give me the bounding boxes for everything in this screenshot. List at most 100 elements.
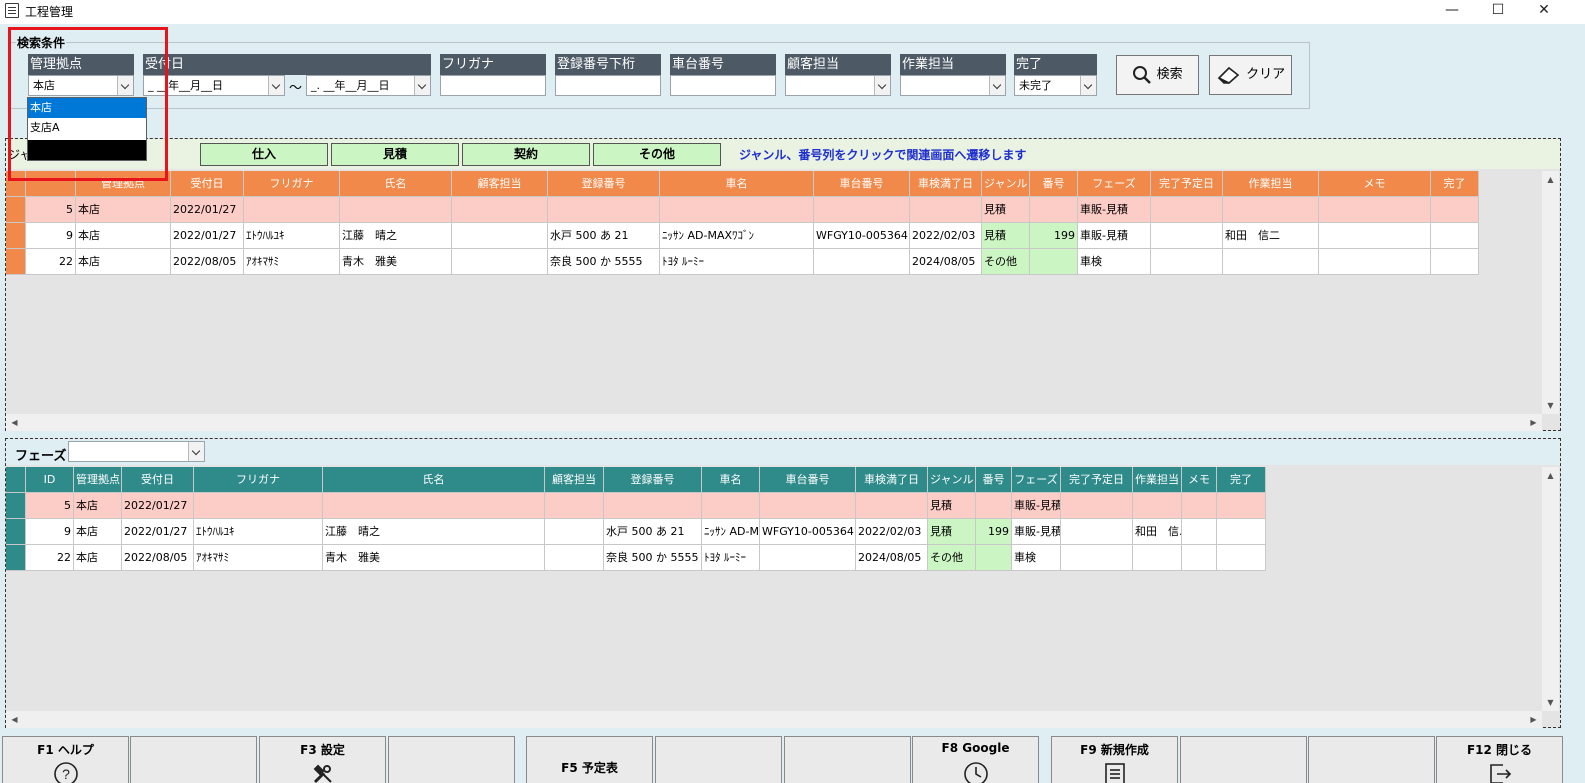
date-to-field[interactable]: _. __年__月__日 bbox=[306, 75, 431, 96]
function-key-1[interactable]: F1 ヘルプ? bbox=[2, 736, 129, 783]
function-key-4[interactable] bbox=[388, 736, 515, 783]
function-key-9[interactable]: F9 新規作成 bbox=[1051, 736, 1178, 783]
bottom-table-header-reg-number[interactable]: 登録番号 bbox=[604, 467, 702, 493]
top-table-header-due-date[interactable]: 完了予定日 bbox=[1151, 171, 1223, 197]
genre-other-button[interactable]: その他 bbox=[593, 143, 721, 166]
bottom-table-header-branch[interactable]: 管理拠点 bbox=[74, 467, 122, 493]
top-table-header-chassis[interactable]: 車台番号 bbox=[814, 171, 910, 197]
top-results-grid[interactable]: 管理拠点 受付日 フリガナ 氏名 顧客担当 登録番号 車名 車台番号 車検満了日 ジャンル 番号 フェ… bbox=[6, 171, 1542, 414]
function-key-10[interactable] bbox=[1180, 736, 1307, 783]
function-key-2[interactable] bbox=[130, 736, 257, 783]
top-table-cell-genre[interactable]: 見積 bbox=[982, 223, 1030, 249]
top-table-cell-number[interactable]: 199 bbox=[1030, 223, 1078, 249]
top-table-header-car-name[interactable]: 車名 bbox=[660, 171, 814, 197]
chevron-down-icon[interactable] bbox=[188, 442, 204, 461]
function-key-6[interactable] bbox=[655, 736, 782, 783]
search-button[interactable]: 検索 bbox=[1116, 55, 1199, 95]
scroll-down-icon[interactable]: ▼ bbox=[1542, 694, 1559, 711]
scroll-up-icon[interactable]: ▲ bbox=[1542, 467, 1559, 484]
clear-button[interactable]: クリア bbox=[1209, 55, 1292, 95]
bottom-table-header-marker[interactable] bbox=[6, 467, 26, 493]
top-table-cell-done bbox=[1431, 223, 1479, 249]
customer-rep-select[interactable] bbox=[785, 75, 891, 96]
top-table-cell-genre[interactable]: 見積 bbox=[982, 197, 1030, 223]
work-rep-select[interactable] bbox=[900, 75, 1006, 96]
bottom-table-header-furigana[interactable]: フリガナ bbox=[194, 467, 323, 493]
top-table-header-phase[interactable]: フェーズ bbox=[1078, 171, 1151, 197]
top-table-header-customer-rep[interactable]: 顧客担当 bbox=[452, 171, 548, 197]
top-table-header-number[interactable]: 番号 bbox=[1030, 171, 1078, 197]
scroll-right-icon[interactable]: ▶ bbox=[1525, 414, 1542, 431]
bottom-horizontal-scrollbar[interactable]: ◀ ▶ bbox=[6, 711, 1542, 728]
bottom-table-cell-number[interactable] bbox=[976, 493, 1012, 519]
function-key-11[interactable] bbox=[1308, 736, 1435, 783]
top-horizontal-scrollbar[interactable]: ◀ ▶ bbox=[6, 414, 1542, 431]
scroll-left-icon[interactable]: ◀ bbox=[6, 711, 23, 728]
function-key-5[interactable]: F5 予定表 bbox=[526, 736, 653, 783]
top-table-cell-genre[interactable]: その他 bbox=[982, 249, 1030, 275]
bottom-table-cell-genre[interactable]: 見積 bbox=[928, 493, 976, 519]
bottom-table-header-date[interactable]: 受付日 bbox=[122, 467, 194, 493]
bottom-results-grid[interactable]: ID 管理拠点 受付日 フリガナ 氏名 顧客担当 登録番号 車名 車台番号 車検満了日 ジャンル 番号… bbox=[6, 467, 1542, 711]
chevron-down-icon[interactable] bbox=[989, 76, 1005, 95]
bottom-table-header-id[interactable]: ID bbox=[26, 467, 74, 493]
function-key-8[interactable]: F8 Google bbox=[912, 736, 1039, 783]
maximize-button[interactable]: ☐ bbox=[1475, 0, 1521, 22]
bottom-table-cell-number[interactable]: 199 bbox=[976, 519, 1012, 545]
bottom-vertical-scrollbar[interactable]: ▲ ▼ bbox=[1542, 467, 1559, 711]
top-table-header-date[interactable]: 受付日 bbox=[171, 171, 244, 197]
function-key-12[interactable]: F12 閉じる bbox=[1436, 736, 1563, 783]
chevron-down-icon[interactable] bbox=[268, 76, 284, 95]
top-table-cell-customer-rep bbox=[452, 197, 548, 223]
chevron-down-icon[interactable] bbox=[1080, 76, 1096, 95]
bottom-table-cell-number[interactable] bbox=[976, 545, 1012, 571]
bottom-table-header-name[interactable]: 氏名 bbox=[323, 467, 545, 493]
chevron-down-icon[interactable] bbox=[874, 76, 890, 95]
bottom-table-header-phase[interactable]: フェーズ bbox=[1012, 467, 1061, 493]
minimize-button[interactable]: — bbox=[1429, 0, 1475, 22]
top-table-cell-number[interactable] bbox=[1030, 197, 1078, 223]
top-table-cell-number[interactable] bbox=[1030, 249, 1078, 275]
top-table-header-reg-number[interactable]: 登録番号 bbox=[548, 171, 660, 197]
bottom-table-cell-customer-rep bbox=[545, 545, 604, 571]
scroll-down-icon[interactable]: ▼ bbox=[1542, 397, 1559, 414]
bottom-table-header-customer-rep[interactable]: 顧客担当 bbox=[545, 467, 604, 493]
genre-purchase-button[interactable]: 仕入 bbox=[200, 143, 328, 166]
bottom-table-header-memo[interactable]: メモ bbox=[1182, 467, 1217, 493]
top-table-header-memo[interactable]: メモ bbox=[1319, 171, 1431, 197]
bottom-table-cell-genre[interactable]: 見積 bbox=[928, 519, 976, 545]
furigana-input[interactable] bbox=[440, 75, 546, 96]
svg-text:?: ? bbox=[62, 766, 70, 782]
chassis-number-input[interactable] bbox=[670, 75, 776, 96]
top-table-header-name[interactable]: 氏名 bbox=[340, 171, 452, 197]
bottom-table-header-due-date[interactable]: 完了予定日 bbox=[1061, 467, 1133, 493]
top-table-header-inspection[interactable]: 車検満了日 bbox=[910, 171, 982, 197]
close-button[interactable]: ✕ bbox=[1521, 0, 1567, 22]
top-table-header-work-rep[interactable]: 作業担当 bbox=[1223, 171, 1319, 197]
done-select[interactable]: 未完了 bbox=[1014, 75, 1097, 96]
function-key-7[interactable] bbox=[784, 736, 911, 783]
genre-contract-button[interactable]: 契約 bbox=[462, 143, 590, 166]
bottom-table-header-inspection[interactable]: 車検満了日 bbox=[856, 467, 928, 493]
phase-select[interactable] bbox=[68, 441, 205, 462]
top-table-header-genre[interactable]: ジャンル bbox=[982, 171, 1030, 197]
top-vertical-scrollbar[interactable]: ▲ ▼ bbox=[1542, 171, 1559, 414]
top-table-header-done[interactable]: 完了 bbox=[1431, 171, 1479, 197]
scroll-right-icon[interactable]: ▶ bbox=[1525, 711, 1542, 728]
reg-number-lower-input[interactable] bbox=[555, 75, 661, 96]
bottom-table-cell-genre[interactable]: その他 bbox=[928, 545, 976, 571]
chevron-down-icon[interactable] bbox=[414, 76, 430, 95]
bottom-table-header-chassis[interactable]: 車台番号 bbox=[760, 467, 856, 493]
top-table-cell-due-date bbox=[1151, 223, 1223, 249]
scroll-left-icon[interactable]: ◀ bbox=[6, 414, 23, 431]
top-table-cell-name: 江藤 晴之 bbox=[340, 223, 452, 249]
top-table-header-furigana[interactable]: フリガナ bbox=[244, 171, 340, 197]
bottom-table-header-work-rep[interactable]: 作業担当 bbox=[1133, 467, 1182, 493]
function-key-3[interactable]: F3 設定 bbox=[259, 736, 386, 783]
bottom-table-header-number[interactable]: 番号 bbox=[976, 467, 1012, 493]
bottom-table-header-done[interactable]: 完了 bbox=[1217, 467, 1266, 493]
genre-estimate-button[interactable]: 見積 bbox=[331, 143, 459, 166]
bottom-table-header-genre[interactable]: ジャンル bbox=[928, 467, 976, 493]
scroll-up-icon[interactable]: ▲ bbox=[1542, 171, 1559, 188]
bottom-table-header-car-name[interactable]: 車名 bbox=[702, 467, 760, 493]
